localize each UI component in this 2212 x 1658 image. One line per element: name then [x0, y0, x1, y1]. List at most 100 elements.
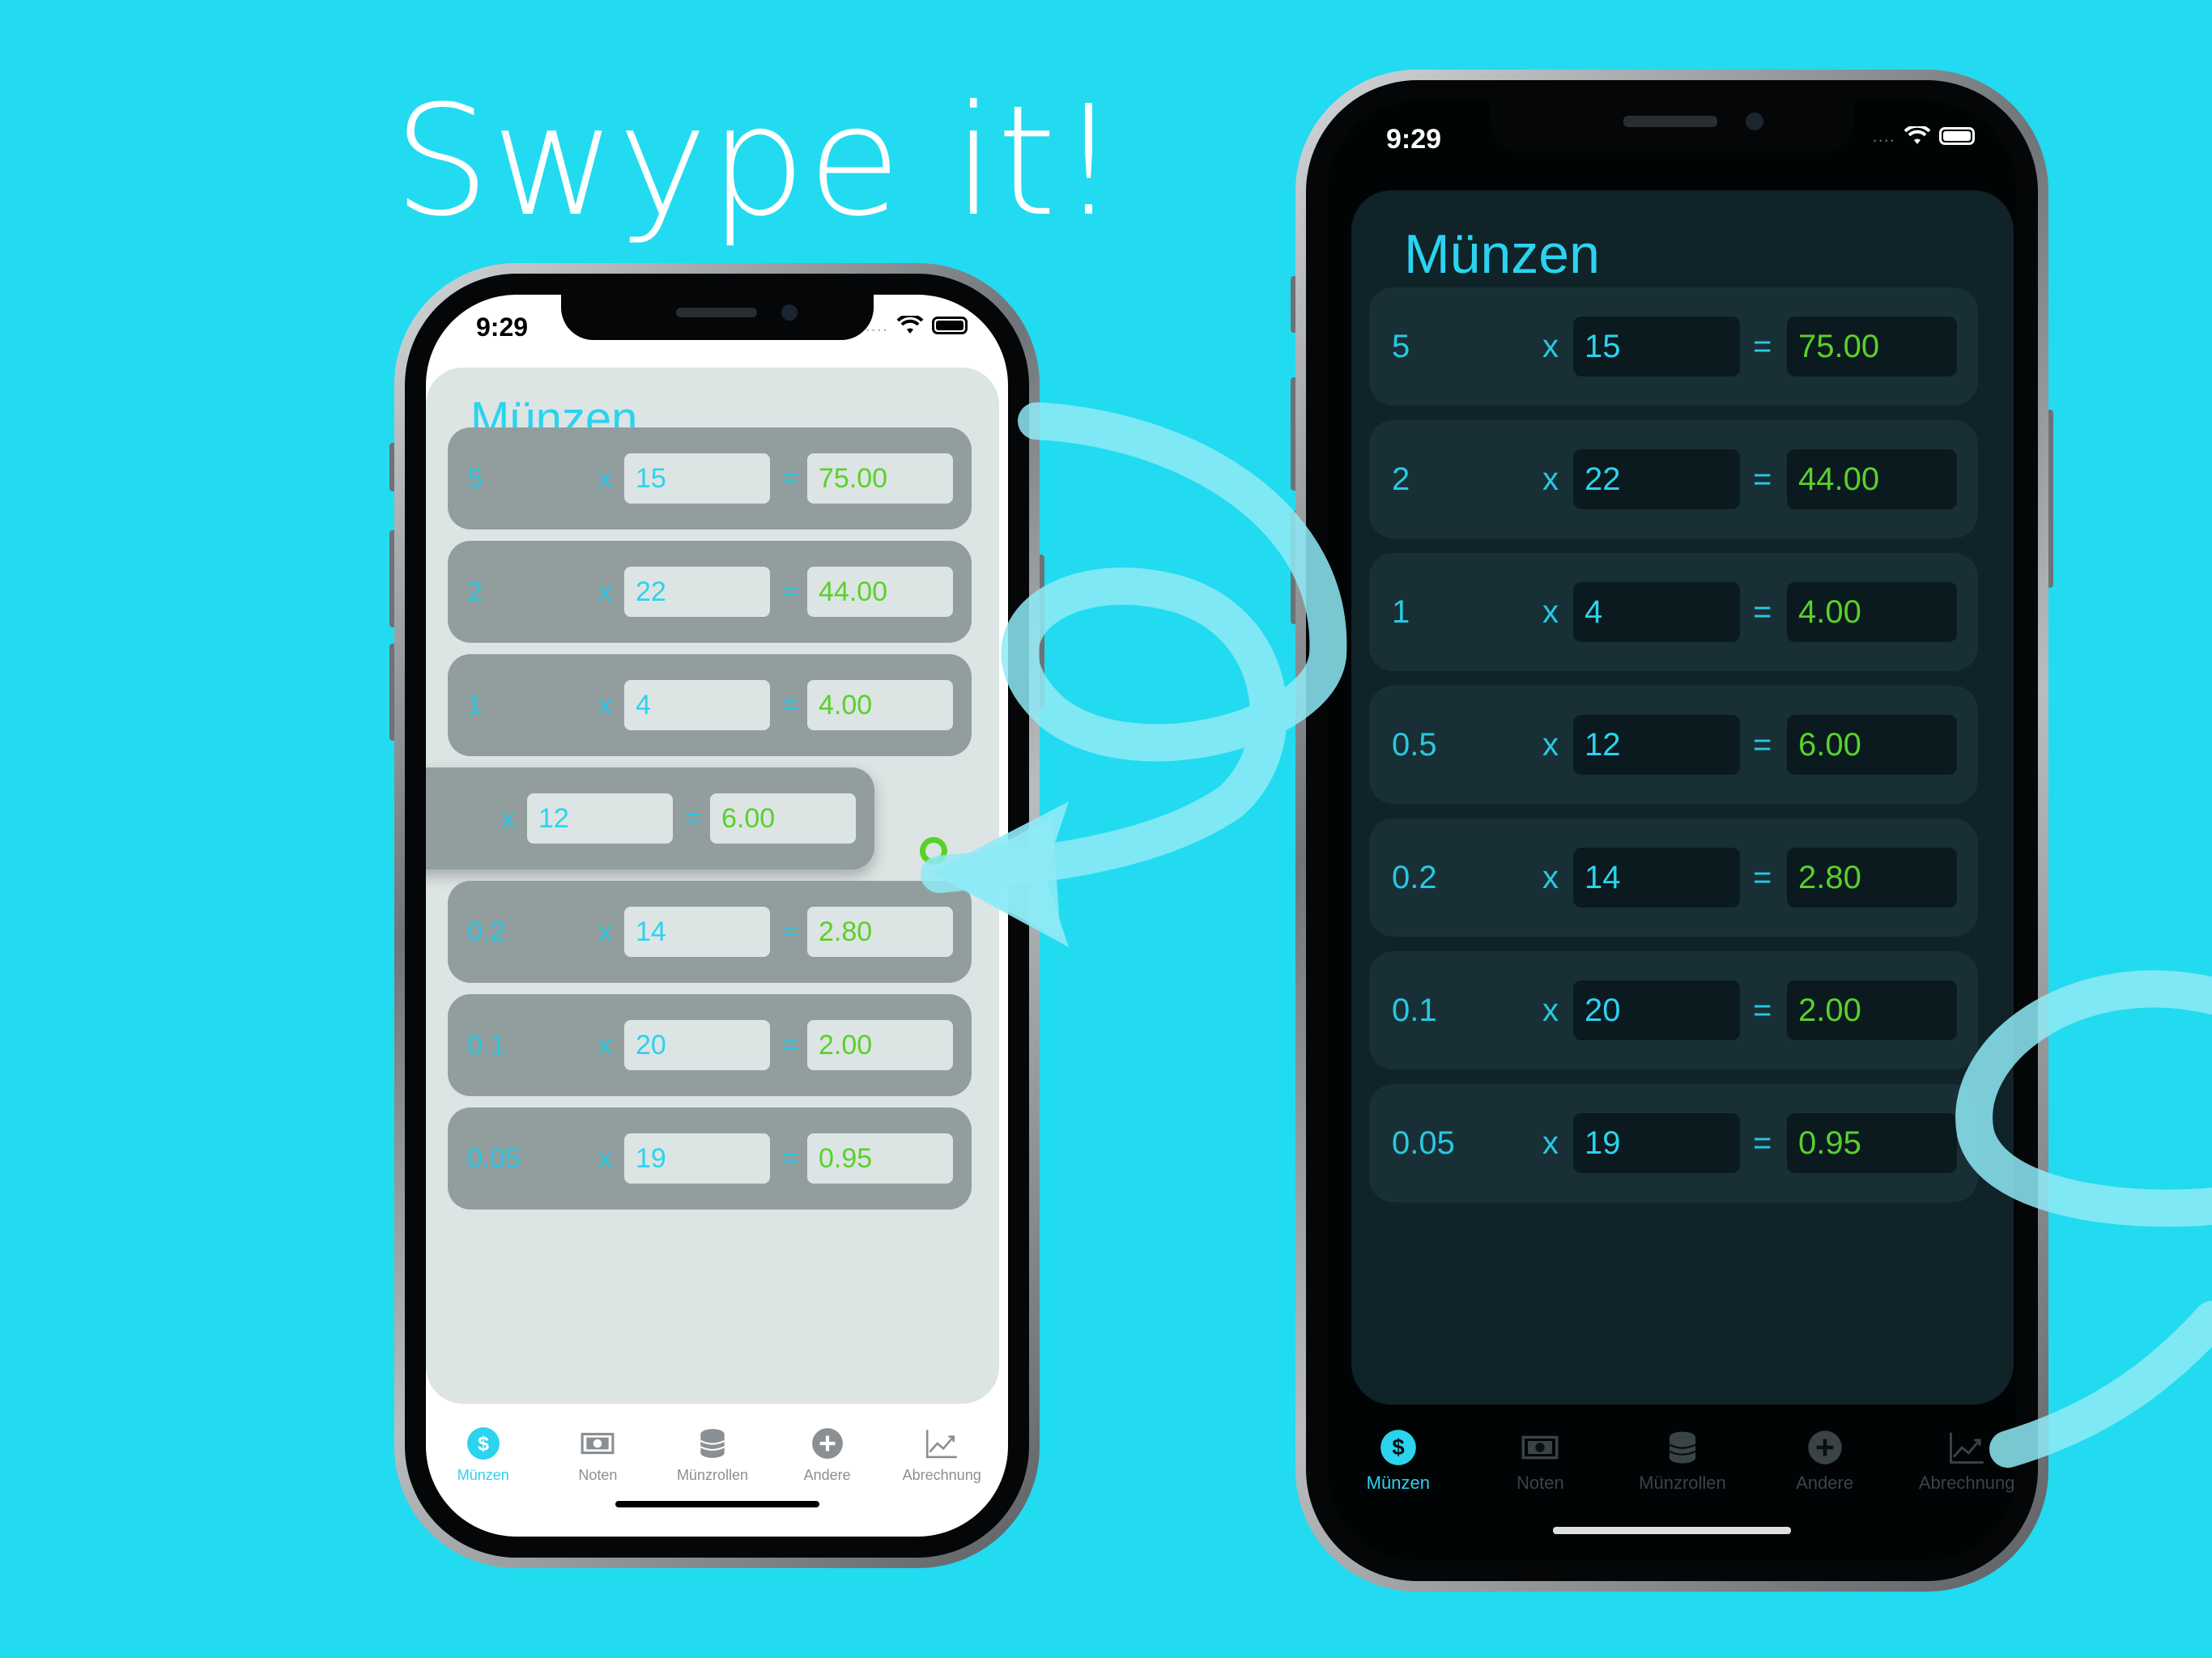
- coin-row[interactable]: 0.05 x 19 = 0.95: [1369, 1084, 1978, 1202]
- coin-row[interactable]: 5 x 15 = 75.00: [1369, 287, 1978, 406]
- total-field-value: 4.00: [1798, 593, 1861, 630]
- multiply-sign: x: [598, 1029, 612, 1061]
- total-field: 2.80: [807, 907, 953, 957]
- coin-row[interactable]: 2 x 22 = 44.00: [1369, 420, 1978, 538]
- tab-münzen[interactable]: $ Münzen: [1327, 1429, 1470, 1494]
- quantity-input[interactable]: 22: [1573, 449, 1740, 509]
- tab-andere[interactable]: Andere: [770, 1426, 885, 1484]
- swipe-target-icon[interactable]: [920, 837, 947, 865]
- coin-stack-icon: [696, 1426, 730, 1460]
- total-field: 2.00: [807, 1020, 953, 1070]
- tab-label: Münzrollen: [1639, 1473, 1726, 1493]
- quantity-input[interactable]: 20: [624, 1020, 770, 1070]
- equals-sign: =: [1753, 859, 1772, 895]
- quantity-input-value: 4: [636, 689, 651, 721]
- total-field: 2.80: [1787, 848, 1957, 908]
- tab-abrechnung[interactable]: Abrechnung: [884, 1426, 999, 1484]
- svg-text:$: $: [478, 1432, 489, 1455]
- denomination-label: 5: [467, 462, 483, 494]
- equals-sign: =: [685, 802, 701, 834]
- coin-row[interactable]: 0.2 x 14 = 2.80: [1369, 818, 1978, 937]
- total-field: 44.00: [807, 567, 953, 617]
- denomination-label: 0.05: [467, 1142, 521, 1174]
- tab-label: Münzen: [1366, 1473, 1430, 1493]
- quantity-input-value: 14: [636, 916, 666, 947]
- quantity-input[interactable]: 19: [1573, 1113, 1740, 1173]
- coin-row[interactable]: 1 x 4 = 4.00: [1369, 553, 1978, 671]
- denomination-label: 0.05: [1392, 1124, 1455, 1161]
- light-phone-mockup: 9:29 .... Münzen 5 x 15 = 75.00 2 x 22 = 44.00 1 x 4…: [389, 263, 1044, 1568]
- tab-andere[interactable]: Andere: [1754, 1429, 1896, 1494]
- signal-icon: ....: [1872, 125, 1895, 146]
- quantity-input-value: 12: [538, 802, 569, 834]
- quantity-input[interactable]: 19: [624, 1133, 770, 1184]
- quantity-input-value: 14: [1585, 859, 1621, 895]
- wifi-icon: [896, 316, 924, 334]
- denomination-label: 2: [1392, 461, 1410, 497]
- multiply-sign: x: [598, 462, 612, 494]
- quantity-input-value: 19: [636, 1142, 666, 1174]
- coin-row[interactable]: 0.1 x 20 = 2.00: [448, 994, 972, 1096]
- quantity-input[interactable]: 15: [1573, 317, 1740, 376]
- quantity-input[interactable]: 14: [624, 907, 770, 957]
- wifi-icon: [1904, 126, 1931, 144]
- tab-münzen[interactable]: $ Münzen: [426, 1426, 541, 1484]
- tab-münzrollen[interactable]: Münzrollen: [1611, 1429, 1754, 1494]
- quantity-input[interactable]: 12: [1573, 715, 1740, 775]
- coin-row[interactable]: 0.5x12=6.00: [426, 767, 874, 869]
- denomination-label: 5: [1392, 328, 1410, 364]
- equals-sign: =: [782, 462, 798, 494]
- coin-row[interactable]: 0.5x12=6.00: [1369, 686, 1978, 804]
- total-field-value: 0.95: [1798, 1124, 1861, 1161]
- quantity-input[interactable]: 4: [624, 680, 770, 730]
- card-title: Münzen: [1404, 223, 1600, 285]
- total-field-value: 75.00: [1798, 328, 1880, 364]
- multiply-sign: x: [598, 576, 612, 607]
- total-field: 75.00: [1787, 317, 1957, 376]
- quantity-input-value: 12: [1585, 726, 1621, 763]
- denomination-label: 1: [1392, 593, 1410, 630]
- equals-sign: =: [1753, 461, 1772, 497]
- quantity-input[interactable]: 20: [1573, 980, 1740, 1040]
- equals-sign: =: [782, 1029, 798, 1061]
- quantity-input[interactable]: 12: [527, 793, 673, 844]
- total-field-value: 75.00: [819, 462, 888, 494]
- quantity-input-value: 22: [1585, 461, 1621, 497]
- tab-münzrollen[interactable]: Münzrollen: [655, 1426, 770, 1484]
- coin-row[interactable]: 2 x 22 = 44.00: [448, 541, 972, 643]
- total-field: 75.00: [807, 453, 953, 504]
- quantity-input[interactable]: 14: [1573, 848, 1740, 908]
- home-indicator[interactable]: [1553, 1527, 1791, 1534]
- coin-row[interactable]: 0.2 x 14 = 2.80: [448, 881, 972, 983]
- status-bar: 9:29 ....: [1327, 101, 2017, 166]
- total-field: 44.00: [1787, 449, 1957, 509]
- coin-row[interactable]: 0.1 x 20 = 2.00: [1369, 951, 1978, 1069]
- coin-stack-icon: [1664, 1429, 1701, 1466]
- dollar-coin-icon: $: [1380, 1429, 1417, 1466]
- home-indicator[interactable]: [615, 1501, 819, 1507]
- tab-abrechnung[interactable]: Abrechnung: [1895, 1429, 2017, 1494]
- equals-sign: =: [1753, 328, 1772, 364]
- denomination-label: 2: [467, 576, 483, 607]
- coin-row[interactable]: 0.05 x 19 = 0.95: [448, 1107, 972, 1209]
- quantity-input[interactable]: 15: [624, 453, 770, 504]
- quantity-input[interactable]: 4: [1573, 582, 1740, 642]
- tab-noten[interactable]: Noten: [1470, 1429, 1612, 1494]
- quantity-input-value: 20: [636, 1029, 666, 1061]
- total-field-value: 44.00: [819, 576, 888, 607]
- chart-icon: [925, 1426, 959, 1460]
- equals-sign: =: [1753, 593, 1772, 630]
- tab-noten[interactable]: Noten: [541, 1426, 656, 1484]
- battery-icon: [932, 317, 968, 334]
- denomination-label: 0.1: [1392, 992, 1437, 1028]
- banknote-icon: [581, 1426, 615, 1460]
- total-field: 2.00: [1787, 980, 1957, 1040]
- total-field: 4.00: [1787, 582, 1957, 642]
- quantity-input-value: 20: [1585, 992, 1621, 1028]
- total-field: 0.95: [807, 1133, 953, 1184]
- coin-row[interactable]: 1 x 4 = 4.00: [448, 654, 972, 756]
- quantity-input[interactable]: 22: [624, 567, 770, 617]
- tab-label: Andere: [803, 1467, 851, 1483]
- tab-label: Münzrollen: [676, 1467, 748, 1483]
- coin-row[interactable]: 5 x 15 = 75.00: [448, 427, 972, 529]
